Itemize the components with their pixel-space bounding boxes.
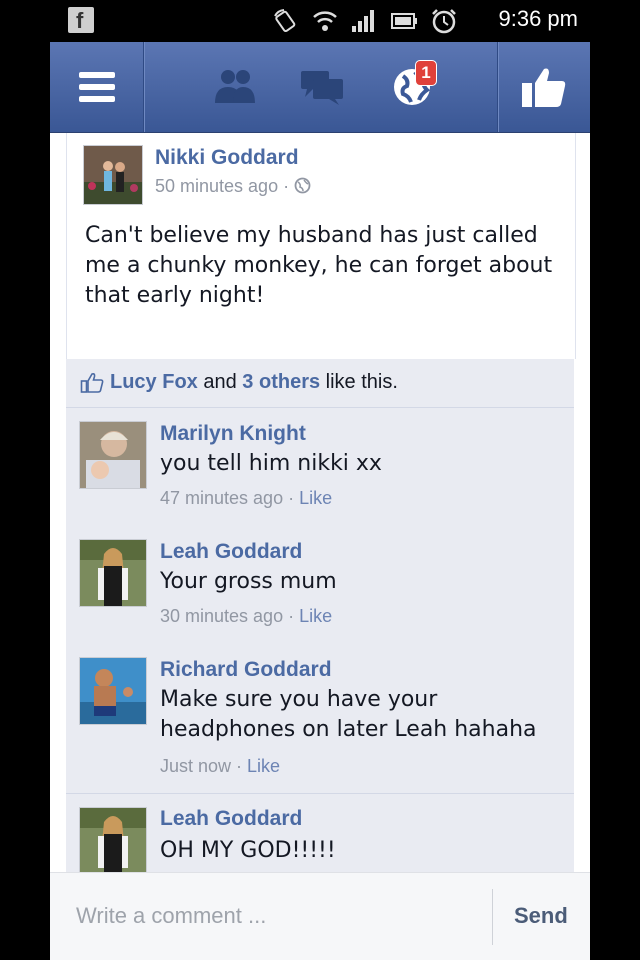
like-icon [80, 372, 104, 393]
comment-meta: 30 minutes ago · Like [160, 606, 333, 626]
meta-separator: · [283, 176, 295, 196]
alarm-icon [432, 9, 456, 34]
comment-item: Richard Goddard Make sure you have your … [66, 643, 574, 793]
comment-input[interactable]: Write a comment ... [76, 903, 266, 929]
commenter-avatar[interactable] [79, 657, 147, 725]
status-bar: f 9:36 pm [50, 0, 590, 42]
likes-summary[interactable]: Lucy Fox and 3 others like this. [66, 359, 574, 408]
post-timestamp: 50 minutes ago · [155, 176, 311, 197]
messages-icon [301, 71, 343, 105]
likes-suffix: like this. [325, 371, 398, 393]
top-navigation-bar: 1 [50, 42, 590, 133]
post-author-name[interactable]: Nikki Goddard [155, 146, 299, 170]
likes-text: Lucy Fox and 3 others like this. [110, 371, 398, 394]
comment-item: Marilyn Knight you tell him nikki xx 47 … [66, 407, 574, 525]
commenter-avatar[interactable] [79, 421, 147, 489]
comment-like-link[interactable]: Like [299, 488, 332, 508]
menu-button[interactable] [50, 42, 143, 132]
post-time: 50 minutes ago [155, 176, 279, 196]
comment-meta: 47 minutes ago · Like [160, 488, 333, 508]
comment-time: Just now [160, 756, 232, 776]
comment-item: Leah Goddard Your gross mum 30 minutes a… [66, 525, 574, 643]
commenter-avatar[interactable] [79, 807, 147, 875]
signal-icon [352, 10, 374, 32]
liker-name-link[interactable]: Lucy Fox [110, 371, 198, 393]
facebook-mobile-screen: f 9:36 pm 1 Nikki Goddard 50 minutes ago… [50, 0, 590, 960]
battery-icon [391, 13, 417, 29]
commenter-name[interactable]: Richard Goddard [160, 658, 332, 682]
likers-others-link[interactable]: 3 others [242, 371, 320, 393]
commenter-avatar[interactable] [79, 539, 147, 607]
post-body-text: Can't believe my husband has just called… [85, 223, 553, 308]
comments-section: Lucy Fox and 3 others like this. Marilyn… [66, 359, 574, 879]
like-thumb-icon [522, 68, 566, 107]
commenter-name[interactable]: Leah Goddard [160, 540, 302, 564]
post-detail-content[interactable]: Nikki Goddard 50 minutes ago · Can't bel… [50, 133, 590, 879]
comment-meta: Just now · Like [160, 756, 281, 776]
status-icons [272, 8, 458, 34]
comment-text: you tell him nikki xx [160, 451, 382, 476]
nav-divider [143, 42, 144, 132]
facebook-icon: f [68, 7, 94, 33]
comment-like-link[interactable]: Like [247, 756, 280, 776]
post-author-avatar[interactable] [83, 145, 143, 205]
commenter-name[interactable]: Leah Goddard [160, 807, 302, 831]
send-button[interactable]: Send [514, 903, 568, 929]
messages-button[interactable] [282, 42, 362, 132]
comment-text: Your gross mum [160, 569, 337, 594]
comment-like-link[interactable]: Like [299, 606, 332, 626]
notifications-button[interactable] [372, 42, 452, 132]
comment-item: Leah Goddard OH MY GOD!!!!! [66, 793, 574, 883]
globe-icon [294, 177, 311, 194]
rotate-icon [274, 9, 296, 33]
commenter-name[interactable]: Marilyn Knight [160, 422, 306, 446]
likes-and: and [203, 371, 237, 393]
friend-requests-button[interactable] [200, 42, 270, 132]
comment-composer: Write a comment ... Send [50, 872, 590, 960]
comment-text: OH MY GOD!!!!! [160, 838, 336, 863]
wifi-icon [313, 11, 337, 31]
comment-time: 47 minutes ago [160, 488, 284, 508]
clock-time: 9:36 pm [498, 6, 579, 31]
menu-icon [78, 72, 115, 102]
composer-divider [492, 889, 493, 945]
like-page-button[interactable] [498, 42, 590, 132]
friend-requests-icon [215, 70, 255, 103]
comment-text: Make sure you have your headphones on la… [160, 687, 537, 742]
post-card: Nikki Goddard 50 minutes ago · Can't bel… [66, 133, 576, 359]
comment-time: 30 minutes ago [160, 606, 284, 626]
notification-count-badge: 1 [415, 60, 437, 86]
